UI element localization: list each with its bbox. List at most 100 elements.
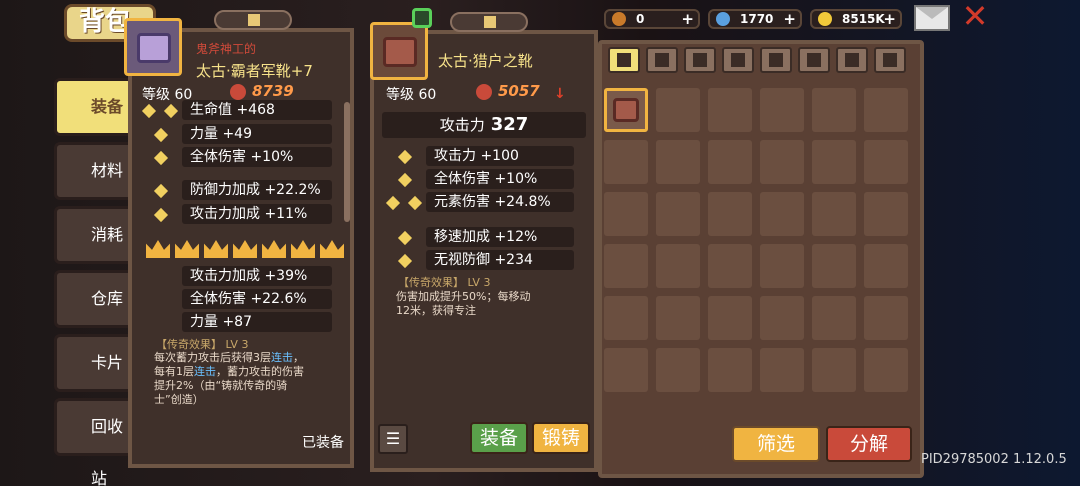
inventory-slot[interactable]	[656, 244, 700, 288]
inventory-slot[interactable]	[604, 140, 648, 184]
inventory-slot[interactable]	[656, 192, 700, 236]
list-icon[interactable]: ☰	[378, 424, 408, 454]
star-icon	[153, 127, 169, 143]
inventory-slot[interactable]	[812, 244, 856, 288]
inventory-slot[interactable]	[656, 296, 700, 340]
gem-counter: 1770 +	[708, 9, 802, 29]
star-icon	[407, 195, 423, 211]
decompose-button[interactable]: 分解	[826, 426, 912, 462]
inventory-slot[interactable]	[604, 348, 648, 392]
inventory-slot[interactable]	[812, 348, 856, 392]
selected-item-card: 太古·猎户之靴 等级 60 5057 ↓ 攻击力 327 攻击力 +100 全体伤…	[370, 8, 598, 472]
star-icon	[153, 150, 169, 166]
inventory-slot[interactable]	[760, 140, 804, 184]
item-name: 太古·霸者军靴+7	[196, 62, 313, 80]
inventory-slot[interactable]	[708, 348, 752, 392]
stat-row: 全体伤害 +22.6%	[182, 289, 332, 309]
crown-icon	[262, 240, 286, 258]
tab-label: 卡片	[91, 353, 124, 372]
inventory-slot[interactable]	[604, 192, 648, 236]
player-id: PID29785002 1.12.0.5	[921, 452, 1067, 467]
inventory-slot[interactable]	[812, 140, 856, 184]
close-button[interactable]: ✕	[960, 0, 990, 32]
inventory-slot[interactable]	[708, 244, 752, 288]
stat-row: 移速加成 +12%	[426, 227, 574, 247]
category-weapon-icon[interactable]	[646, 47, 678, 73]
inventory-slot[interactable]	[864, 192, 908, 236]
gem-value: 1770	[740, 12, 774, 26]
boots-icon	[137, 33, 171, 63]
power-icon	[476, 84, 492, 100]
add-gem-button[interactable]: +	[783, 11, 796, 27]
inventory-slot[interactable]	[604, 88, 648, 132]
coin-counter: 8515K +	[810, 9, 902, 29]
category-helmet-icon[interactable]	[722, 47, 754, 73]
inventory-slot[interactable]	[760, 88, 804, 132]
star-icon	[153, 183, 169, 199]
stat-row: 元素伤害 +24.8%	[426, 192, 574, 212]
filter-button[interactable]: 筛选	[732, 426, 820, 462]
category-armor-icon[interactable]	[684, 47, 716, 73]
inventory-slot[interactable]	[708, 296, 752, 340]
stat-row: 全体伤害 +10%	[182, 147, 332, 167]
power-icon	[230, 84, 246, 100]
item-score: 8739	[252, 82, 294, 100]
item-score: 5057	[498, 82, 540, 100]
category-boots-icon[interactable]	[760, 47, 792, 73]
inventory-slot[interactable]	[864, 296, 908, 340]
equip-button[interactable]: 装备	[470, 422, 528, 454]
lock-icon[interactable]	[412, 8, 432, 28]
star-icon	[163, 103, 179, 119]
forge-button[interactable]: 锻铸	[532, 422, 590, 454]
inventory-slot[interactable]	[760, 348, 804, 392]
arrow-down-icon: ↓	[554, 86, 566, 102]
category-necklace-icon[interactable]	[798, 47, 830, 73]
inventory-slot[interactable]	[812, 192, 856, 236]
inventory-slot[interactable]	[760, 296, 804, 340]
inventory-slot[interactable]	[812, 296, 856, 340]
stat-row: 全体伤害 +10%	[426, 169, 574, 189]
item-name: 太古·猎户之靴	[438, 52, 533, 70]
star-icon	[397, 253, 413, 269]
inventory-slot[interactable]	[656, 88, 700, 132]
stat-row: 无视防御 +234	[426, 250, 574, 270]
inventory-slot[interactable]	[656, 348, 700, 392]
inventory-slot[interactable]	[708, 88, 752, 132]
add-coin-button[interactable]: +	[883, 11, 896, 27]
star-icon	[385, 195, 401, 211]
stat-row: 攻击力加成 +39%	[182, 266, 332, 286]
legendary-effect-title: 【传奇效果】 LV 3	[156, 338, 249, 351]
equipped-item-card: 鬼斧神工的 太古·霸者军靴+7 等级 60 8739 生命值 +468 力量 +…	[124, 10, 354, 468]
inventory-slot[interactable]	[864, 348, 908, 392]
slot-badge	[450, 12, 528, 32]
boots-icon	[383, 37, 417, 67]
legendary-effect-text: 每次蓄力攻击后获得3层连击， 每有1层连击，蓄力攻击的伤害 提升2%（由“铸就传…	[154, 351, 304, 406]
inventory-slot[interactable]	[708, 192, 752, 236]
category-gear-icon[interactable]	[874, 47, 906, 73]
inventory-slot[interactable]	[656, 140, 700, 184]
coin-value: 8515K	[842, 12, 885, 26]
mail-icon[interactable]	[914, 5, 950, 31]
inventory-slot[interactable]	[864, 88, 908, 132]
crown-icon	[233, 240, 257, 258]
inventory-slot[interactable]	[812, 88, 856, 132]
scrollbar[interactable]	[344, 102, 350, 222]
add-key-button[interactable]: +	[681, 11, 694, 27]
inventory-slot[interactable]	[760, 192, 804, 236]
tab-label: 回收站	[91, 417, 124, 486]
key-value: 0	[636, 12, 645, 26]
inventory-slot[interactable]	[604, 244, 648, 288]
inventory-grid	[604, 88, 916, 418]
item-level: 等级 60	[386, 87, 437, 103]
category-ring-icon[interactable]	[836, 47, 868, 73]
inventory-slot[interactable]	[864, 140, 908, 184]
star-icon	[397, 172, 413, 188]
inventory-slot[interactable]	[708, 140, 752, 184]
inventory-slot[interactable]	[864, 244, 908, 288]
inventory-slot[interactable]	[604, 296, 648, 340]
stat-row: 生命值 +468	[182, 100, 332, 120]
coin-icon	[818, 12, 832, 26]
inventory-slot[interactable]	[760, 244, 804, 288]
category-all-icon[interactable]	[608, 47, 640, 73]
tab-label: 材料	[91, 161, 124, 180]
